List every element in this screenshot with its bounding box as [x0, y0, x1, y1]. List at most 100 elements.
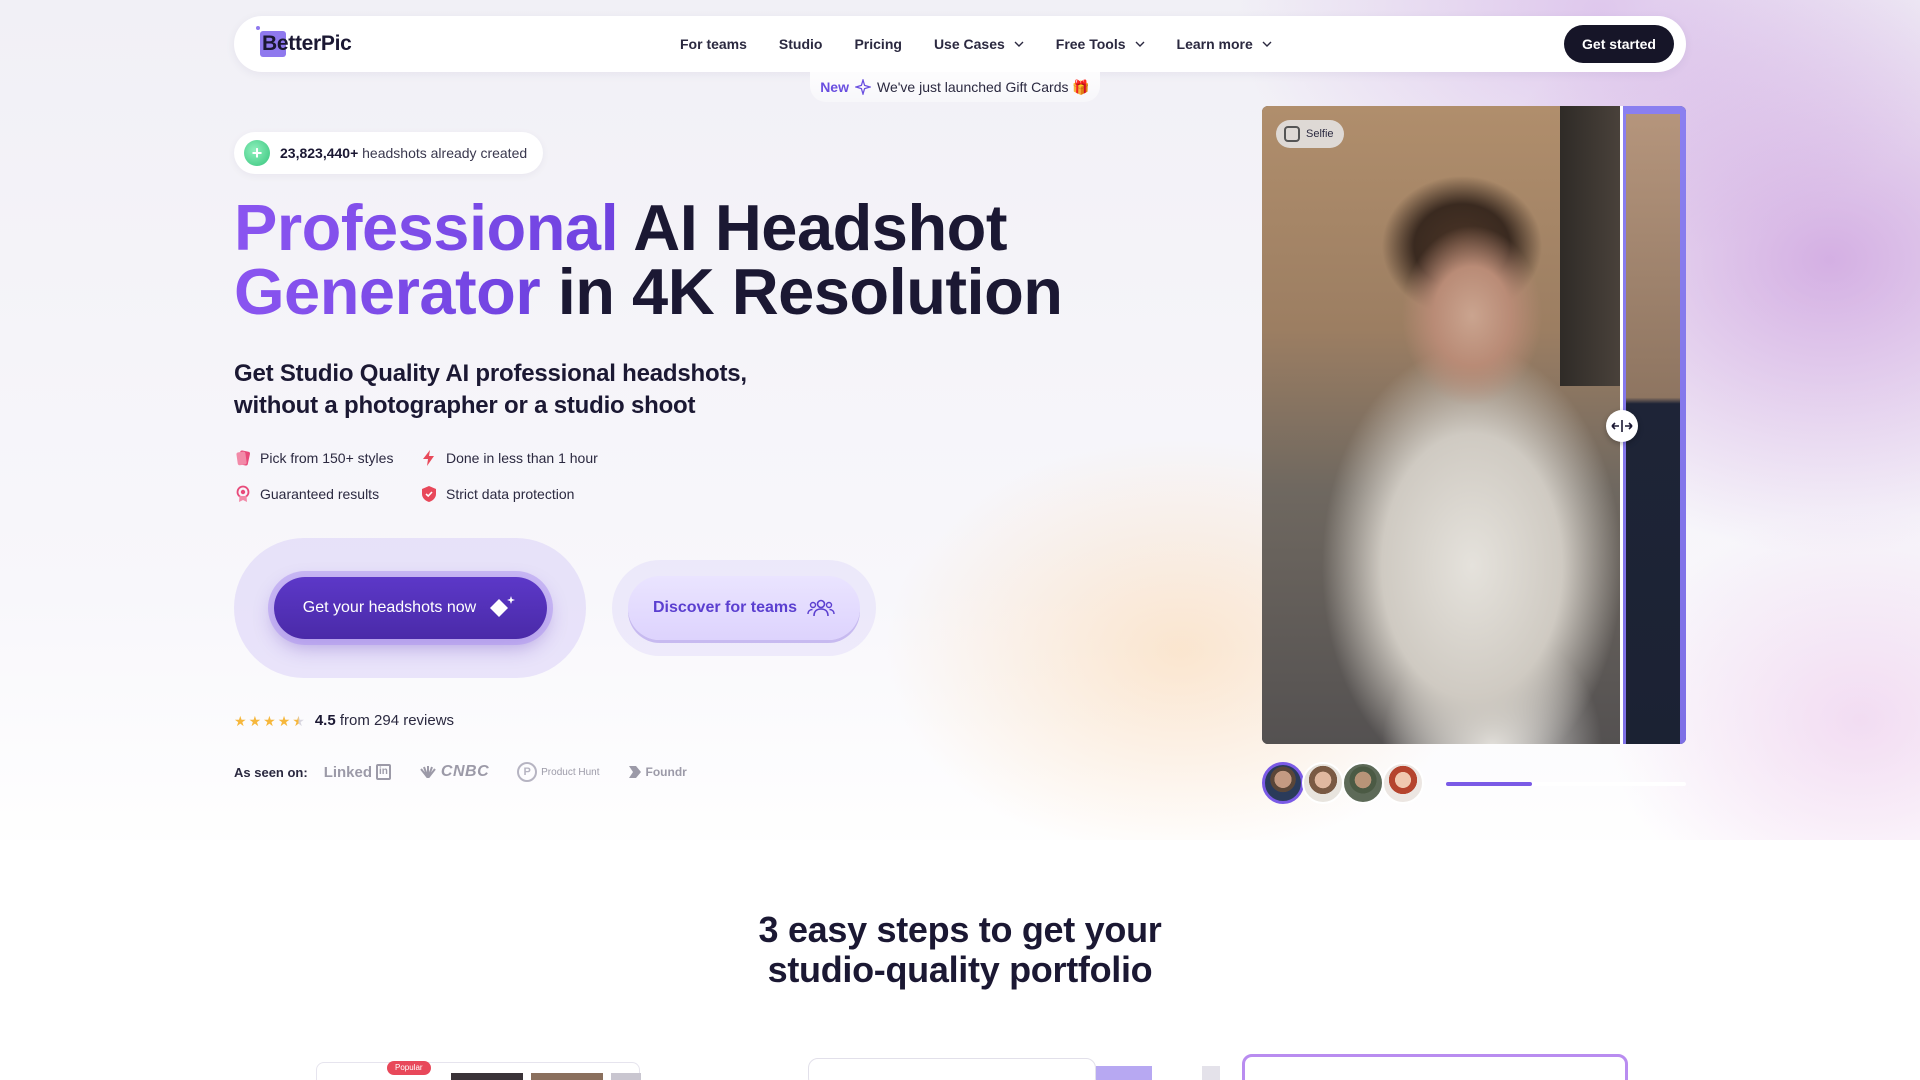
example-thumbnails	[1262, 762, 1424, 804]
style-preview-image	[451, 1073, 523, 1080]
hero-title: Professional AI Headshot Generator in 4K…	[234, 195, 1134, 324]
hero-subtitle-line: without a photographer or a studio shoot	[234, 392, 696, 419]
nav-link-label: For teams	[680, 36, 747, 52]
compare-slider-handle[interactable]	[1606, 410, 1638, 442]
slideshow-progress	[1446, 782, 1686, 786]
feature-label: Guaranteed results	[260, 486, 380, 502]
step-card-styles: Popular	[316, 1061, 641, 1080]
steps-title-line: 3 easy steps to get your	[758, 909, 1162, 950]
cnbc-text: CNBC	[440, 763, 490, 780]
shield-icon	[422, 486, 436, 502]
nav-link-learn-more[interactable]: Learn more	[1177, 36, 1272, 52]
style-preview-image	[611, 1073, 641, 1080]
thumbnail-avatar[interactable]	[1302, 762, 1344, 804]
linkedin-in-box: in	[376, 764, 391, 780]
star-icon: ★	[234, 712, 247, 729]
nav-link-pricing[interactable]: Pricing	[854, 36, 901, 52]
lightning-icon	[423, 450, 434, 466]
foundr-icon	[628, 766, 641, 778]
thumbnail-avatar[interactable]	[1382, 762, 1424, 804]
star-rating: ★ ★ ★ ★ ★	[234, 714, 305, 728]
nav-links: For teams Studio Pricing Use Cases Free …	[680, 16, 1304, 72]
counter-line: 23,823,440+ headshots already created	[280, 145, 527, 161]
as-seen-on-label: As seen on:	[234, 764, 308, 780]
team-icon	[807, 599, 835, 617]
announcement-new-badge: New	[820, 79, 849, 95]
as-seen-on: As seen on: Linked in CNBC P Product Hunt …	[234, 762, 715, 782]
discover-teams-label: Discover for teams	[652, 599, 798, 616]
nav-link-label: Studio	[778, 36, 823, 52]
linkedin-logo: Linked in	[324, 764, 391, 781]
diamond-sparkle-icon	[490, 596, 516, 617]
announcement-text: We've just launched Gift Cards 🎁	[876, 78, 1090, 95]
popular-badge: Popular	[387, 1061, 431, 1075]
nav-link-label: Learn more	[1176, 36, 1253, 52]
product-hunt-text: Product Hunt	[541, 766, 600, 778]
sparkle-icon	[854, 79, 871, 95]
steps-title-line: studio-quality portfolio	[767, 949, 1153, 990]
hero-title-accent: Generator	[234, 255, 541, 328]
product-hunt-icon: P	[517, 762, 538, 782]
star-icon: ★	[277, 712, 291, 729]
nav-link-for-teams[interactable]: For teams	[680, 36, 747, 52]
star-icon: ★	[263, 712, 276, 729]
peacock-icon	[420, 766, 436, 778]
foundr-text: Foundr	[645, 765, 687, 779]
rating-text: from 294 reviews	[339, 712, 455, 729]
feature-list: Pick from 150+ styles Done in less than …	[234, 448, 654, 504]
chevron-down-icon	[1135, 41, 1145, 47]
nav-link-studio[interactable]: Studio	[779, 36, 823, 52]
award-icon	[236, 485, 250, 502]
logo-dot	[256, 26, 260, 30]
headshot-counter: + 23,823,440+ headshots already created	[234, 132, 544, 174]
nav-link-free-tools[interactable]: Free Tools	[1056, 36, 1145, 52]
star-icon: ★	[248, 712, 262, 729]
rating-line: 4.5 from 294 reviews	[315, 712, 454, 729]
thumbnail-avatar[interactable]	[1342, 762, 1384, 804]
rating-value: 4.5	[314, 712, 336, 729]
get-started-button[interactable]: Get started	[1564, 25, 1674, 63]
nav-link-label: Pricing	[854, 36, 902, 52]
feature-item: Strict data protection	[420, 484, 650, 504]
thumbnail-avatar[interactable]	[1262, 762, 1304, 804]
counter-value: 23,823,440+	[280, 145, 359, 161]
half-star-icon: ★	[292, 712, 305, 729]
steps-title: 3 easy steps to get your studio-quality …	[660, 910, 1260, 990]
chevron-down-icon	[1014, 41, 1024, 47]
selfie-icon	[1284, 126, 1300, 142]
plus-icon: +	[244, 140, 270, 166]
product-hunt-logo: P Product Hunt	[517, 762, 600, 782]
foundr-logo: Foundr	[628, 765, 687, 779]
cards-icon	[236, 450, 250, 466]
announcement-banner[interactable]: New We've just launched Gift Cards 🎁	[810, 72, 1100, 102]
feature-label: Pick from 150+ styles	[260, 450, 394, 466]
before-after-compare[interactable]: Selfie	[1262, 106, 1686, 744]
step-card-results	[1242, 1054, 1628, 1080]
style-preview-image	[531, 1073, 603, 1080]
feature-label: Done in less than 1 hour	[446, 450, 598, 466]
nav-link-label: Use Cases	[933, 36, 1005, 52]
step-card-accent	[1096, 1066, 1152, 1080]
discover-teams-button[interactable]: Discover for teams	[628, 576, 860, 640]
selfie-badge: Selfie	[1276, 120, 1344, 148]
slideshow-progress-fill	[1446, 782, 1533, 786]
get-headshots-label: Get your headshots now	[302, 599, 477, 616]
step-card-upload	[808, 1058, 1096, 1080]
counter-text: headshots already created	[362, 145, 528, 161]
arrows-horizontal-icon	[1611, 420, 1633, 432]
top-navbar: BetterPic For teams Studio Pricing Use C…	[234, 16, 1686, 72]
linkedin-text: Linked	[323, 763, 373, 781]
logo-text: BetterPic	[262, 32, 352, 55]
logo[interactable]: BetterPic	[256, 26, 352, 58]
nav-link-use-cases[interactable]: Use Cases	[934, 36, 1024, 52]
hero-title-accent: Professional	[234, 191, 619, 264]
feature-label: Strict data protection	[446, 486, 575, 502]
cnbc-logo: CNBC	[419, 763, 489, 781]
chevron-down-icon	[1262, 41, 1272, 47]
hero-subtitle: Get Studio Quality AI professional heads…	[234, 358, 794, 422]
get-headshots-button[interactable]: Get your headshots now	[274, 577, 547, 639]
step-card-placeholder	[1202, 1066, 1220, 1080]
hero-subtitle-line: Get Studio Quality AI professional heads…	[234, 360, 747, 387]
rating-summary: ★ ★ ★ ★ ★ 4.5 from 294 reviews	[234, 712, 454, 729]
hero-title-rest: in 4K Resolution	[540, 255, 1063, 328]
